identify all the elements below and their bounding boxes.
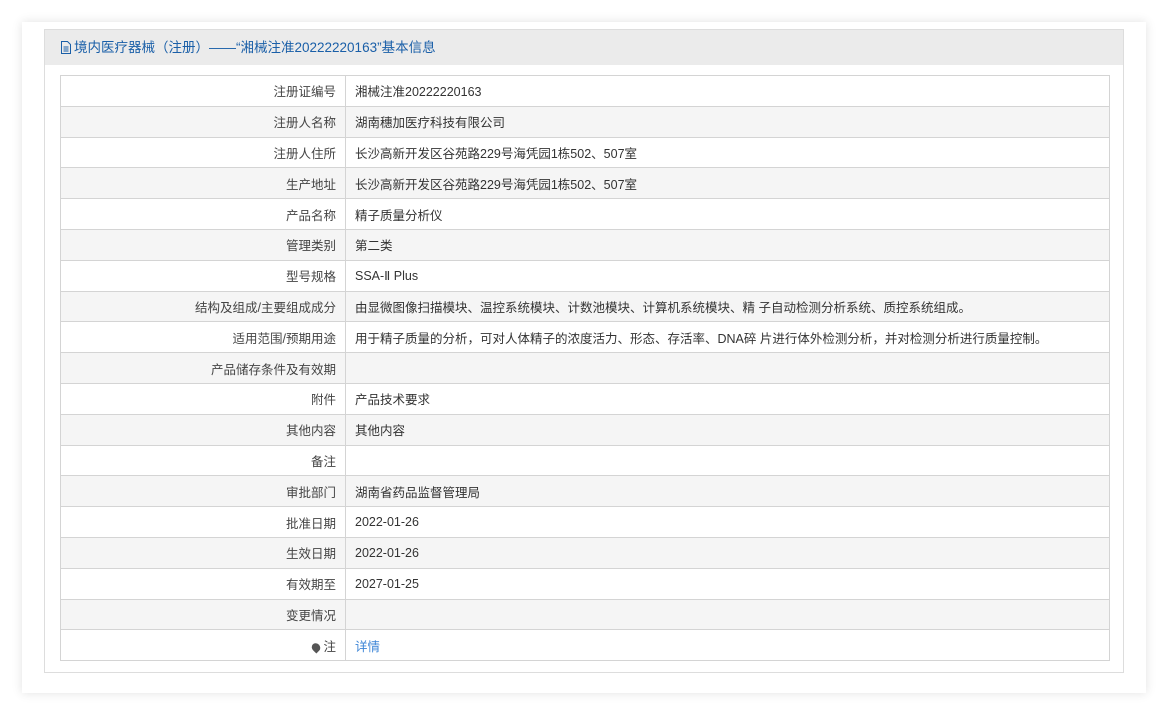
- page-title: 境内医疗器械（注册）——“湘械注准20222220163”基本信息: [74, 40, 436, 55]
- field-label: 管理类别: [60, 228, 346, 261]
- table-row: 审批部门 湖南省药品监督管理局: [60, 475, 1110, 508]
- field-label: 产品储存条件及有效期: [60, 352, 346, 384]
- field-value: 精子质量分析仪: [345, 198, 1110, 230]
- field-value: 其他内容: [345, 413, 1110, 446]
- table-row: 适用范围/预期用途 用于精子质量的分析，可对人体精子的浓度活力、形态、存活率、DN…: [60, 321, 1110, 354]
- field-label: 注册人名称: [60, 105, 346, 138]
- field-value: 用于精子质量的分析，可对人体精子的浓度活力、形态、存活率、DNA碎 片进行体外检…: [345, 321, 1110, 354]
- table-row: 型号规格 SSA-Ⅱ Plus: [60, 259, 1110, 292]
- field-value: 2027-01-25: [345, 567, 1110, 600]
- table-row: 附件 产品技术要求: [60, 382, 1110, 415]
- document-icon: [60, 40, 74, 55]
- table-row: 注册人住所 长沙高新开发区谷苑路229号海凭园1栋502、507室: [60, 136, 1110, 169]
- field-value: 详情: [345, 629, 1110, 662]
- details-link[interactable]: 详情: [355, 640, 380, 654]
- field-value: 第二类: [345, 228, 1110, 261]
- field-value: 产品技术要求: [345, 382, 1110, 415]
- field-value: 湖南穗加医疗科技有限公司: [345, 105, 1110, 138]
- content-card: 境内医疗器械（注册）——“湘械注准20222220163”基本信息 注册证编号湘…: [22, 22, 1146, 693]
- field-label: 结构及组成/主要组成成分: [60, 290, 346, 323]
- field-value: [345, 444, 1110, 477]
- field-value: 2022-01-26: [345, 506, 1110, 538]
- table-row: 注册人名称 湖南穗加医疗科技有限公司: [60, 105, 1110, 138]
- field-value: 湘械注准20222220163: [345, 75, 1110, 107]
- table-row: 其他内容 其他内容: [60, 413, 1110, 446]
- field-label: 生效日期: [60, 536, 346, 569]
- field-label: 其他内容: [60, 413, 346, 446]
- field-label: 产品名称: [60, 198, 346, 230]
- table-row: 备注: [60, 444, 1110, 477]
- table-row: 生产地址 长沙高新开发区谷苑路229号海凭园1栋502、507室: [60, 167, 1110, 200]
- field-label: 审批部门: [60, 475, 346, 508]
- field-label: 型号规格: [60, 259, 346, 292]
- table-row: 注册证编号 湘械注准20222220163: [60, 75, 1110, 107]
- table-row: 产品储存条件及有效期: [60, 352, 1110, 384]
- table-row: 管理类别 第二类: [60, 228, 1110, 261]
- field-label: 注册人住所: [60, 136, 346, 169]
- field-label: 注册证编号: [60, 75, 346, 107]
- info-table: 注册证编号 湘械注准20222220163 注册人名称 湖南穗加医疗科技有限公司 注册人…: [60, 75, 1110, 662]
- table-row: 生效日期 2022-01-26: [60, 536, 1110, 569]
- table-row: 批准日期 2022-01-26: [60, 506, 1110, 538]
- field-label: 适用范围/预期用途: [60, 321, 346, 354]
- note-label: 注: [323, 639, 336, 654]
- table-row: 产品名称 精子质量分析仪: [60, 198, 1110, 230]
- table-row: 变更情况: [60, 598, 1110, 631]
- table-row-note: 注 详情: [60, 629, 1110, 662]
- field-value: 2022-01-26: [345, 536, 1110, 569]
- field-value: [345, 352, 1110, 384]
- panel-header: 境内医疗器械（注册）——“湘械注准20222220163”基本信息: [45, 30, 1123, 65]
- field-label: 批准日期: [60, 506, 346, 538]
- info-panel: 境内医疗器械（注册）——“湘械注准20222220163”基本信息 注册证编号湘…: [44, 29, 1124, 673]
- field-value: 长沙高新开发区谷苑路229号海凭园1栋502、507室: [345, 167, 1110, 200]
- field-label: 附件: [60, 382, 346, 415]
- field-label: 变更情况: [60, 598, 346, 631]
- field-value: 长沙高新开发区谷苑路229号海凭园1栋502、507室: [345, 136, 1110, 169]
- field-value: 由显微图像扫描模块、温控系统模块、计数池模块、计算机系统模块、精 子自动检测分析…: [345, 290, 1110, 323]
- field-value: SSA-Ⅱ Plus: [345, 259, 1110, 292]
- field-value: [345, 598, 1110, 631]
- table-row: 有效期至 2027-01-25: [60, 567, 1110, 600]
- field-label: 生产地址: [60, 167, 346, 200]
- table-row: 结构及组成/主要组成成分 由显微图像扫描模块、温控系统模块、计数池模块、计算机系统…: [60, 290, 1110, 323]
- field-label: 有效期至: [60, 567, 346, 600]
- field-label: 注: [60, 629, 346, 662]
- field-label: 备注: [60, 444, 346, 477]
- pin-icon: [310, 641, 323, 654]
- field-value: 湖南省药品监督管理局: [345, 475, 1110, 508]
